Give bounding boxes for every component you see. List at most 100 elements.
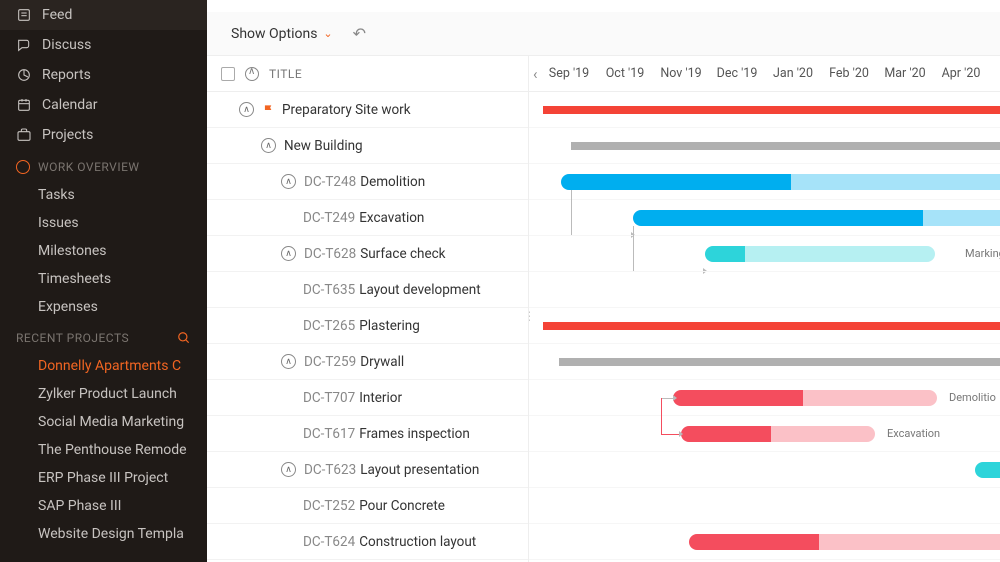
gantt-body[interactable]: Marking Demolitio xyxy=(529,92,1000,560)
task-code: DC-T617 xyxy=(303,426,355,442)
nav-label: Reports xyxy=(42,67,91,83)
collapse-icon[interactable]: ∧ xyxy=(281,246,296,261)
task-title: Surface check xyxy=(360,246,445,262)
tree-row[interactable]: DC-T635 Layout development xyxy=(207,272,528,308)
undo-icon[interactable]: ↶ xyxy=(353,24,366,43)
task-code: DC-T259 xyxy=(304,354,356,370)
tree-row[interactable]: DC-T617 Frames inspection xyxy=(207,416,528,452)
collapse-icon[interactable]: ∧ xyxy=(281,174,296,189)
collapse-icon[interactable]: ∧ xyxy=(281,354,296,369)
months-row: Sep '19Oct '19Nov '19Dec '19Jan '20Feb '… xyxy=(541,66,1000,81)
feed-icon xyxy=(16,7,32,23)
content: TITLE ∧ Preparatory Site work ∧ New Buildin… xyxy=(207,56,1000,562)
task-title: Construction layout xyxy=(359,534,476,550)
collapse-all-icon[interactable] xyxy=(245,67,259,81)
tree-row[interactable]: DC-T265 Plastering xyxy=(207,308,528,344)
dependency-line xyxy=(661,398,662,434)
tree-row[interactable]: DC-T249 Excavation xyxy=(207,200,528,236)
task-title: Excavation xyxy=(359,210,424,226)
task-bar[interactable] xyxy=(705,246,745,262)
tree-row[interactable]: ∧DC-T248 Demolition xyxy=(207,164,528,200)
task-bar-remaining[interactable] xyxy=(803,390,937,406)
recent-project-item[interactable]: Website Design Templa xyxy=(0,520,207,548)
nav-label: Projects xyxy=(42,127,93,143)
collapse-icon[interactable]: ∧ xyxy=(239,102,254,117)
gantt-timeline-header: ‹ Sep '19Oct '19Nov '19Dec '19Jan '20Feb… xyxy=(529,56,1000,92)
summary-bar[interactable] xyxy=(571,142,1000,150)
tree-header: TITLE xyxy=(207,56,528,92)
tree-row[interactable]: ∧ DC-T259 Drywall xyxy=(207,344,528,380)
discuss-icon xyxy=(16,37,32,53)
task-bar[interactable] xyxy=(673,390,803,406)
task-bar-remaining[interactable] xyxy=(745,246,935,262)
task-title: Drywall xyxy=(360,354,404,370)
milestone-flag-icon xyxy=(262,103,276,117)
search-icon[interactable] xyxy=(177,331,191,345)
task-bar-remaining[interactable] xyxy=(923,210,1000,226)
summary-bar[interactable] xyxy=(543,322,1000,330)
task-title: Frames inspection xyxy=(359,426,470,442)
sidebar-item-expenses[interactable]: Expenses xyxy=(0,293,207,321)
show-options-button[interactable]: Show Options ⌄ xyxy=(231,26,333,42)
tree-row[interactable]: ∧ DC-T628 Surface check xyxy=(207,236,528,272)
month-cell: M xyxy=(989,66,1000,81)
task-title: Layout presentation xyxy=(360,462,479,478)
sidebar-item-milestones[interactable]: Milestones xyxy=(0,237,207,265)
task-bar[interactable] xyxy=(689,534,819,550)
calendar-icon xyxy=(16,97,32,113)
task-bar[interactable] xyxy=(681,426,771,442)
recent-project-item[interactable]: Social Media Marketing xyxy=(0,408,207,436)
sidebar-item-reports[interactable]: Reports xyxy=(0,60,207,90)
sidebar-item-tasks[interactable]: Tasks xyxy=(0,181,207,209)
recent-project-item[interactable]: Zylker Product Launch xyxy=(0,380,207,408)
task-bar-remaining[interactable] xyxy=(819,534,1000,550)
task-bar-label: Demolitio xyxy=(949,391,996,404)
recent-project-item[interactable]: SAP Phase III xyxy=(0,492,207,520)
task-bar-remaining[interactable] xyxy=(771,426,875,442)
task-code: DC-T635 xyxy=(303,282,355,298)
sidebar: FeedDiscuss Reports Calendar Projects WORK … xyxy=(0,0,207,562)
collapse-icon[interactable]: ∧ xyxy=(261,138,276,153)
sidebar-item-issues[interactable]: Issues xyxy=(0,209,207,237)
tree-row[interactable]: DC-T707 Interior xyxy=(207,380,528,416)
task-bar[interactable] xyxy=(633,210,923,226)
timeline-prev-icon[interactable]: ‹ xyxy=(529,65,541,83)
task-code: DC-T265 xyxy=(303,318,355,334)
task-bar[interactable] xyxy=(975,462,1000,478)
recent-project-item[interactable]: Donnelly Apartments C xyxy=(0,352,207,380)
work-overview-title: WORK OVERVIEW xyxy=(38,160,140,174)
tree-row[interactable]: DC-T624 Construction layout xyxy=(207,524,528,560)
task-code: DC-T624 xyxy=(303,534,355,550)
tree-row[interactable]: ∧ Preparatory Site work xyxy=(207,92,528,128)
task-tree-panel: TITLE ∧ Preparatory Site work ∧ New Buildin… xyxy=(207,56,529,562)
tree-row[interactable]: ∧DC-T623 Layout presentation xyxy=(207,452,528,488)
task-code: DC-T628 xyxy=(304,246,356,262)
sidebar-item-feed[interactable]: Feed xyxy=(0,0,207,30)
work-overview-icon xyxy=(16,160,30,174)
summary-bar[interactable] xyxy=(559,358,1000,366)
task-title: Plastering xyxy=(359,318,420,334)
tree-body: ∧Preparatory Site work∧New Building∧DC-T… xyxy=(207,92,528,562)
month-cell: Feb '20 xyxy=(821,66,877,81)
summary-bar[interactable] xyxy=(543,106,1000,114)
task-bar-label: Excavation xyxy=(887,427,940,440)
task-bar-label: Marking xyxy=(965,247,1000,260)
task-bar[interactable] xyxy=(561,174,791,190)
dependency-line xyxy=(661,434,679,435)
sidebar-item-calendar[interactable]: Calendar xyxy=(0,90,207,120)
sidebar-item-discuss[interactable]: Discuss xyxy=(0,30,207,60)
tree-row[interactable]: ∧ New Building xyxy=(207,128,528,164)
tree-row[interactable]: DC-T252 Pour Concrete xyxy=(207,488,528,524)
toolbar: Show Options ⌄ ↶ xyxy=(207,12,1000,56)
recent-project-item[interactable]: ERP Phase III Project xyxy=(0,464,207,492)
chevron-down-icon: ⌄ xyxy=(323,27,332,40)
wbs-icon[interactable] xyxy=(221,67,235,81)
task-title: Preparatory Site work xyxy=(282,102,411,118)
sidebar-item-projects[interactable]: Projects xyxy=(0,120,207,150)
task-bar-remaining[interactable] xyxy=(791,174,1000,190)
recent-project-item[interactable]: The Penthouse Remode xyxy=(0,436,207,464)
task-title: New Building xyxy=(284,138,363,154)
main: Show Options ⌄ ↶ TITLE ∧ Preparatory Site… xyxy=(207,0,1000,562)
collapse-icon[interactable]: ∧ xyxy=(281,462,296,477)
sidebar-item-timesheets[interactable]: Timesheets xyxy=(0,265,207,293)
